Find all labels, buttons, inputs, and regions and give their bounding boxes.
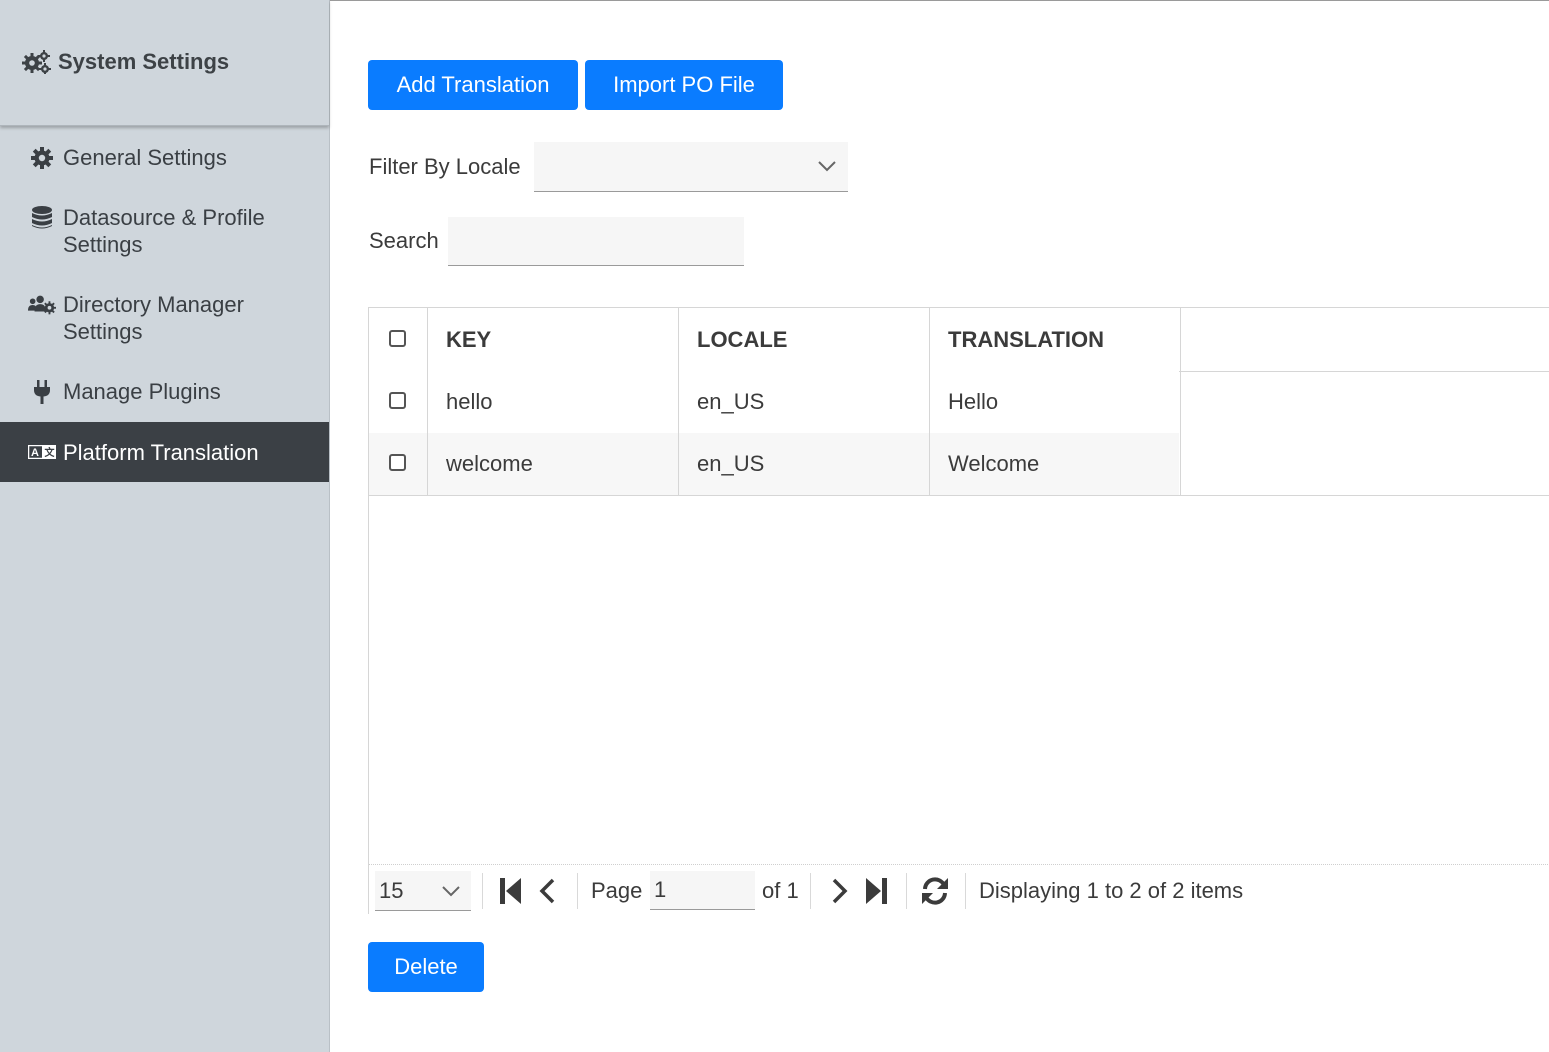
language-icon: A 文 <box>28 439 56 466</box>
row-checkbox[interactable] <box>389 454 406 471</box>
pagination-bar: 15 Page of 1 <box>369 864 1549 915</box>
sidebar-item-label: Datasource & Profile Settings <box>63 205 265 257</box>
sidebar-item-manage-plugins[interactable]: Manage Plugins <box>0 378 329 405</box>
cell-key: hello <box>428 371 679 433</box>
last-page-icon[interactable] <box>866 878 888 904</box>
plug-icon <box>28 378 56 405</box>
sidebar-item-directory-manager-settings[interactable]: Directory Manager Settings <box>0 291 329 345</box>
sidebar-item-label: Directory Manager Settings <box>63 292 244 344</box>
pager-separator <box>965 873 966 909</box>
sidebar-item-general-settings[interactable]: General Settings <box>0 144 329 171</box>
database-icon <box>28 204 56 231</box>
pager-separator <box>482 873 483 909</box>
page-size-value: 15 <box>379 878 404 903</box>
cell-locale: en_US <box>679 371 930 433</box>
header-select-cell <box>369 308 428 371</box>
page-size-select[interactable]: 15 <box>375 871 471 911</box>
table-row[interactable]: hello en_US Hello <box>369 371 1181 433</box>
table-body-divider <box>369 495 1549 496</box>
page-label: Page <box>591 878 643 903</box>
filter-locale-label: Filter By Locale <box>369 154 521 179</box>
column-header-translation[interactable]: TRANSLATION <box>930 308 1181 371</box>
sidebar-item-datasource-profile-settings[interactable]: Datasource & Profile Settings <box>0 204 329 258</box>
next-page-icon[interactable] <box>832 878 848 904</box>
svg-text:A: A <box>31 447 39 459</box>
page-total-label: of 1 <box>762 878 799 903</box>
sidebar-title: System Settings <box>22 49 229 75</box>
table-row[interactable]: welcome en_US Welcome <box>369 433 1181 495</box>
chevron-down-icon <box>818 161 836 172</box>
cell-key: welcome <box>428 433 679 495</box>
row-select-cell <box>369 433 428 495</box>
svg-text:文: 文 <box>45 446 56 459</box>
sidebar: System Settings General Settings Datasou… <box>0 0 330 1052</box>
gears-icon <box>22 50 51 74</box>
sidebar-header: System Settings <box>0 0 329 126</box>
add-translation-button[interactable]: Add Translation <box>368 60 578 110</box>
gear-icon <box>28 144 56 171</box>
search-label: Search <box>369 228 439 253</box>
users-cog-icon <box>28 291 56 318</box>
sidebar-item-label: Manage Plugins <box>63 379 221 404</box>
pager-separator <box>577 873 578 909</box>
cell-translation: Welcome <box>930 433 1181 495</box>
cell-translation: Hello <box>930 371 1181 433</box>
search-input[interactable] <box>448 217 744 266</box>
delete-button[interactable]: Delete <box>368 942 484 992</box>
table-header: KEY LOCALE TRANSLATION <box>369 308 1549 372</box>
row-checkbox[interactable] <box>389 392 406 409</box>
sidebar-title-text: System Settings <box>58 49 230 74</box>
pager-separator <box>906 873 907 909</box>
filter-locale-select[interactable] <box>534 142 848 192</box>
top-border <box>330 0 1549 1</box>
page-number-input[interactable] <box>650 871 755 910</box>
pager-summary: Displaying 1 to 2 of 2 items <box>979 878 1244 903</box>
sidebar-item-label: Platform Translation <box>63 439 259 465</box>
sidebar-item-label: General Settings <box>63 145 227 170</box>
row-select-cell <box>369 371 428 433</box>
translation-table: KEY LOCALE TRANSLATION hello en_US Hello… <box>368 307 1549 915</box>
pager-separator <box>810 873 811 909</box>
sidebar-item-platform-translation[interactable]: A 文 Platform Translation <box>0 422 329 482</box>
previous-page-icon[interactable] <box>539 878 555 904</box>
cell-locale: en_US <box>679 433 930 495</box>
import-po-file-button[interactable]: Import PO File <box>585 60 783 110</box>
first-page-icon[interactable] <box>500 878 522 904</box>
column-header-locale[interactable]: LOCALE <box>679 308 930 371</box>
select-all-checkbox[interactable] <box>389 329 406 347</box>
chevron-down-icon <box>442 886 460 897</box>
column-header-key[interactable]: KEY <box>428 308 679 371</box>
refresh-icon[interactable] <box>919 875 951 907</box>
